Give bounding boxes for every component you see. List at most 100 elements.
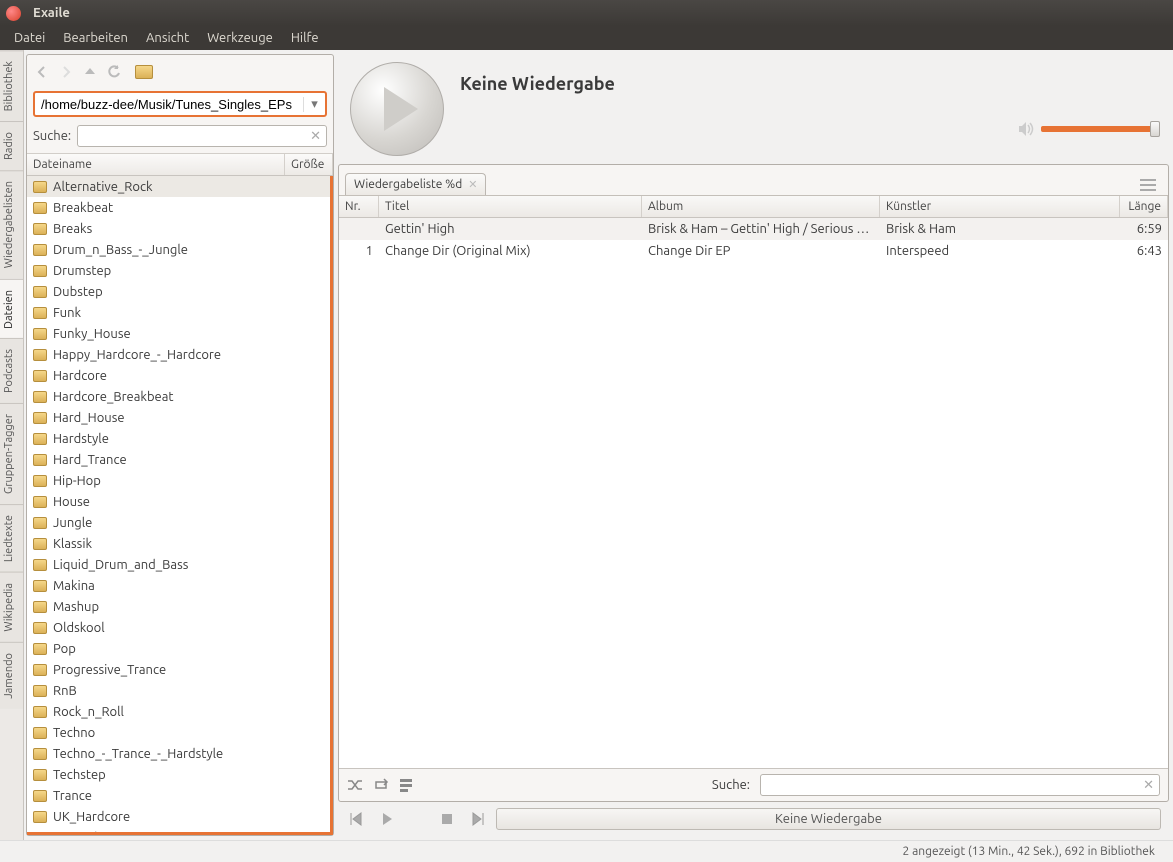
file-search-input[interactable] bbox=[78, 129, 305, 144]
volume-thumb[interactable] bbox=[1150, 121, 1160, 137]
col-header-nr[interactable]: Nr. bbox=[339, 196, 379, 217]
folder-row[interactable]: Pop bbox=[27, 638, 330, 659]
nav-back-icon[interactable] bbox=[33, 63, 51, 81]
playlist-menu-icon[interactable] bbox=[1134, 175, 1162, 195]
folder-row[interactable]: Klassik bbox=[27, 533, 330, 554]
folder-row[interactable]: Makina bbox=[27, 575, 330, 596]
volume-slider[interactable] bbox=[1041, 126, 1157, 132]
playlist-clear-search-icon[interactable]: ✕ bbox=[1138, 778, 1159, 793]
side-tab-lyrics[interactable]: Liedtexte bbox=[0, 504, 23, 572]
playlist-row[interactable]: 1Change Dir (Original Mix)Change Dir EPI… bbox=[339, 240, 1168, 262]
file-search-field[interactable]: ✕ bbox=[77, 125, 327, 147]
folder-row[interactable]: Happy_Hardcore_-_Hardcore bbox=[27, 344, 330, 365]
folder-row[interactable]: UK_Makina bbox=[27, 827, 330, 835]
side-tab-jamendo[interactable]: Jamendo bbox=[0, 642, 23, 709]
playlist-cell: Brisk & Ham bbox=[880, 222, 1120, 236]
folder-icon bbox=[33, 811, 47, 823]
menu-view[interactable]: Ansicht bbox=[138, 28, 197, 48]
side-tab-wikipedia[interactable]: Wikipedia bbox=[0, 572, 23, 642]
nav-up-icon[interactable] bbox=[81, 63, 99, 81]
folder-row[interactable]: Progressive_Trance bbox=[27, 659, 330, 680]
folder-row[interactable]: Rock_n_Roll bbox=[27, 701, 330, 722]
folder-name: Hardcore_Breakbeat bbox=[53, 390, 324, 404]
side-tab-podcasts[interactable]: Podcasts bbox=[0, 338, 23, 403]
folder-row[interactable]: UK_Hardcore bbox=[27, 806, 330, 827]
col-header-artist[interactable]: Künstler bbox=[880, 196, 1120, 217]
folder-row[interactable]: Breakbeat bbox=[27, 197, 330, 218]
folder-name: House bbox=[53, 495, 324, 509]
path-dropdown-icon[interactable]: ▾ bbox=[303, 97, 325, 112]
folder-row[interactable]: RnB bbox=[27, 680, 330, 701]
folder-row[interactable]: Oldskool bbox=[27, 617, 330, 638]
repeat-icon[interactable] bbox=[373, 778, 389, 792]
path-input[interactable] bbox=[35, 97, 303, 112]
folder-row[interactable]: Techno_-_Trance_-_Hardstyle bbox=[27, 743, 330, 764]
folder-name: Dubstep bbox=[53, 285, 324, 299]
playlist-tab-label: Wiedergabeliste %d bbox=[354, 178, 462, 191]
file-list[interactable]: Alternative_Rock BreakbeatBreaksDrum_n_Ba… bbox=[27, 176, 333, 835]
nav-home-icon[interactable] bbox=[135, 63, 153, 81]
play-button[interactable] bbox=[376, 808, 398, 830]
prev-track-button[interactable] bbox=[346, 808, 368, 830]
col-header-size[interactable]: Größe bbox=[285, 154, 333, 175]
window-close-button[interactable] bbox=[6, 6, 21, 21]
folder-row[interactable]: Hardcore bbox=[27, 365, 330, 386]
folder-row[interactable]: Hardstyle bbox=[27, 428, 330, 449]
path-combo[interactable]: ▾ bbox=[33, 91, 327, 117]
folder-row[interactable]: Alternative_Rock bbox=[27, 176, 330, 197]
folder-name: Alternative_Rock bbox=[53, 180, 324, 194]
folder-row[interactable]: Hard_House bbox=[27, 407, 330, 428]
folder-row[interactable]: Breaks bbox=[27, 218, 330, 239]
folder-row[interactable]: House bbox=[27, 491, 330, 512]
folder-icon bbox=[33, 391, 47, 403]
side-tab-files[interactable]: Dateien bbox=[0, 279, 23, 339]
folder-row[interactable]: Dubstep bbox=[27, 281, 330, 302]
folder-row[interactable]: Liquid_Drum_and_Bass bbox=[27, 554, 330, 575]
col-header-title[interactable]: Titel bbox=[379, 196, 642, 217]
folder-row[interactable]: Hardcore_Breakbeat bbox=[27, 386, 330, 407]
stop-button[interactable] bbox=[436, 808, 458, 830]
col-header-length[interactable]: Länge bbox=[1120, 196, 1168, 217]
big-play-button[interactable] bbox=[350, 62, 444, 156]
playlist-search-input[interactable] bbox=[761, 778, 1138, 793]
nav-refresh-icon[interactable] bbox=[105, 63, 123, 81]
titlebar: Exaile bbox=[0, 0, 1173, 26]
folder-row[interactable]: Techno bbox=[27, 722, 330, 743]
volume-icon[interactable] bbox=[1017, 120, 1035, 138]
side-tab-library[interactable]: Bibliothek bbox=[0, 50, 23, 121]
menu-tools[interactable]: Werkzeuge bbox=[199, 28, 281, 48]
folder-row[interactable]: Drum_n_Bass_-_Jungle bbox=[27, 239, 330, 260]
next-track-button[interactable] bbox=[466, 808, 488, 830]
folder-row[interactable]: Hard_Trance bbox=[27, 449, 330, 470]
playlist-row[interactable]: Gettin' HighBrisk & Ham – Gettin' High /… bbox=[339, 218, 1168, 240]
clear-search-icon[interactable]: ✕ bbox=[305, 129, 326, 144]
playlist-cell: 6:59 bbox=[1120, 222, 1168, 236]
col-header-album[interactable]: Album bbox=[642, 196, 880, 217]
playlist-search-field[interactable]: ✕ bbox=[760, 774, 1160, 796]
folder-row[interactable]: Trance bbox=[27, 785, 330, 806]
folder-row[interactable]: Funky_House bbox=[27, 323, 330, 344]
side-tab-playlists[interactable]: Wiedergabelisten bbox=[0, 170, 23, 278]
folder-row[interactable]: Mashup bbox=[27, 596, 330, 617]
record-button[interactable] bbox=[406, 808, 428, 830]
close-tab-icon[interactable]: ✕ bbox=[468, 178, 477, 191]
folder-name: Makina bbox=[53, 579, 324, 593]
playlist-body[interactable]: Gettin' HighBrisk & Ham – Gettin' High /… bbox=[339, 218, 1168, 768]
folder-row[interactable]: Techstep bbox=[27, 764, 330, 785]
nav-forward-icon[interactable] bbox=[57, 63, 75, 81]
col-header-name[interactable]: Dateiname bbox=[27, 154, 285, 175]
track-progress-bar[interactable]: Keine Wiedergabe bbox=[496, 808, 1161, 830]
consume-icon[interactable] bbox=[399, 778, 413, 792]
folder-row[interactable]: Drumstep bbox=[27, 260, 330, 281]
folder-row[interactable]: Hip-Hop bbox=[27, 470, 330, 491]
folder-row[interactable]: Funk bbox=[27, 302, 330, 323]
side-tab-radio[interactable]: Radio bbox=[0, 121, 23, 170]
folder-row[interactable]: Jungle bbox=[27, 512, 330, 533]
menu-file[interactable]: Datei bbox=[6, 28, 53, 48]
shuffle-icon[interactable] bbox=[347, 778, 363, 792]
menu-help[interactable]: Hilfe bbox=[283, 28, 327, 48]
folder-name: Klassik bbox=[53, 537, 324, 551]
side-tab-group-tagger[interactable]: Gruppen-Tagger bbox=[0, 403, 23, 504]
playlist-tab[interactable]: Wiedergabeliste %d ✕ bbox=[345, 173, 486, 195]
menu-edit[interactable]: Bearbeiten bbox=[55, 28, 136, 48]
